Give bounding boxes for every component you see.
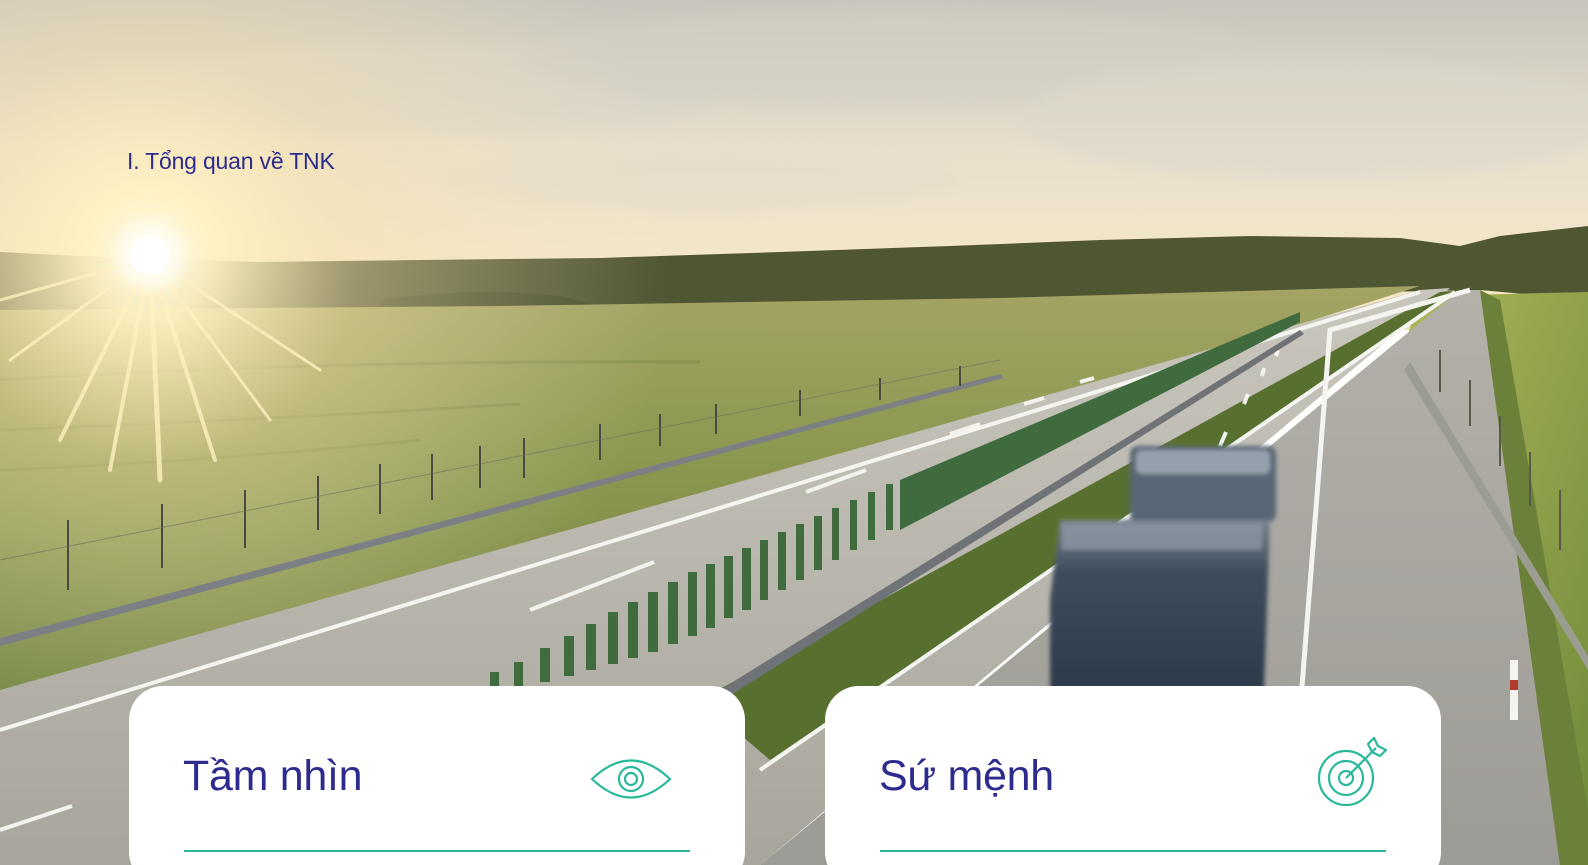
section-title: I. Tổng quan về TNK — [127, 148, 335, 174]
mission-card-title: Sứ mệnh — [879, 752, 1054, 800]
vision-card-divider — [184, 850, 690, 852]
page: I. Tổng quan về TNK Tầm nhìn Sứ mệnh — [0, 0, 1588, 865]
eye-icon — [590, 759, 672, 799]
mission-card-divider — [880, 850, 1386, 852]
vision-card[interactable]: Tầm nhìn — [129, 686, 745, 865]
target-arrow-icon — [1317, 736, 1388, 807]
vision-card-title: Tầm nhìn — [183, 752, 363, 800]
mission-card[interactable]: Sứ mệnh — [825, 686, 1441, 865]
